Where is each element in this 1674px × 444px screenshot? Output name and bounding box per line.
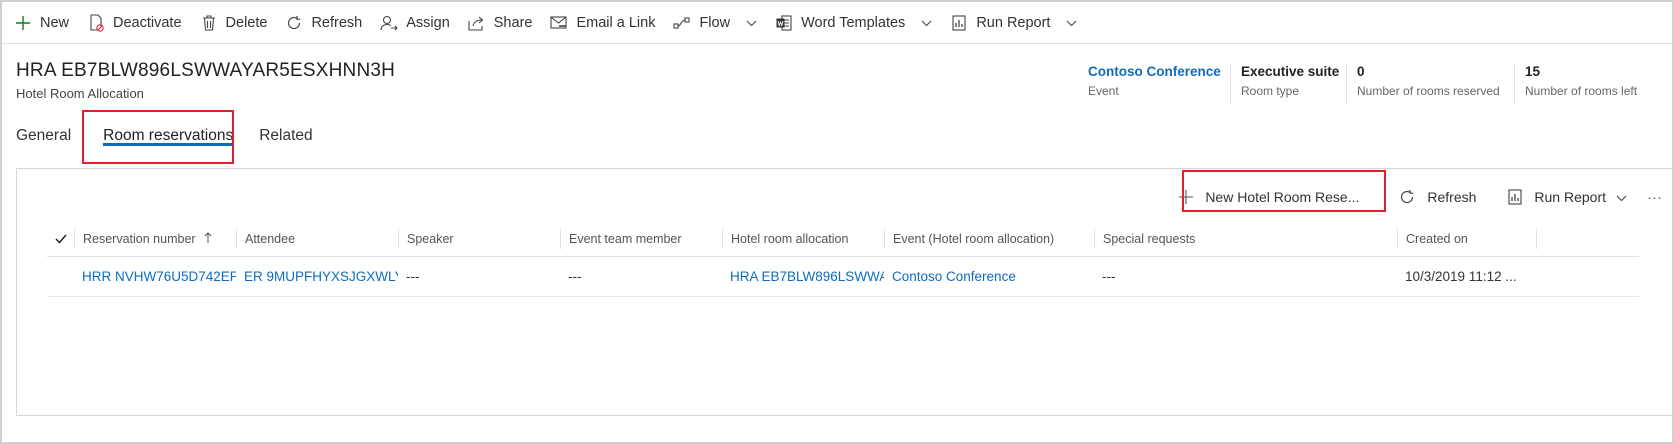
header-field-event: Contoso Conference Event <box>1078 64 1221 104</box>
refresh-icon <box>285 14 303 32</box>
chevron-down-icon <box>746 15 757 31</box>
column-header-label: Event team member <box>569 231 682 246</box>
assign-button[interactable]: Assign <box>374 2 462 44</box>
highlight-box-tab <box>82 110 234 164</box>
subgrid-run-report-label: Run Report <box>1534 189 1606 205</box>
run-report-button[interactable]: Run Report <box>944 2 1089 44</box>
event-team-member-cell: --- <box>568 269 582 284</box>
tab-general-label: General <box>16 127 72 144</box>
share-label: Share <box>493 14 533 31</box>
chevron-down-icon <box>1616 189 1627 205</box>
record-entity-name: Hotel Room Allocation <box>16 86 144 101</box>
column-header-speaker[interactable]: Speaker <box>398 228 560 249</box>
flow-button[interactable]: Flow <box>667 2 769 44</box>
room-type-label: Room type <box>1241 84 1300 98</box>
column-header-label: Special requests <box>1103 231 1196 246</box>
share-button[interactable]: Share <box>462 2 545 44</box>
command-bar: New Deactivate Delete Refresh Assign Sha… <box>2 2 1672 44</box>
rooms-reserved-label: Number of rooms reserved <box>1357 84 1500 98</box>
report-icon <box>950 14 968 32</box>
record-title: HRA EB7BLW896LSWWAYAR5ESXHNN3H <box>16 60 396 81</box>
email-link-button[interactable]: Email a Link <box>544 2 667 44</box>
refresh-button[interactable]: Refresh <box>279 2 374 44</box>
deactivate-label: Deactivate <box>113 14 182 31</box>
column-header-attendee[interactable]: Attendee <box>236 228 398 249</box>
share-icon <box>468 14 486 32</box>
column-header-label: Speaker <box>407 231 454 246</box>
room-type-value: Executive suite <box>1241 64 1340 79</box>
column-header-label: Created on <box>1406 231 1468 246</box>
column-header-label: Hotel room allocation <box>731 231 849 246</box>
tab-related-label: Related <box>259 127 313 144</box>
column-header-label: Reservation number <box>83 231 196 246</box>
select-all-checkbox[interactable] <box>47 234 74 244</box>
header-field-room-type: Executive suite Room type <box>1230 64 1339 104</box>
trash-icon <box>200 14 218 32</box>
column-header-label: Event (Hotel room allocation) <box>893 231 1055 246</box>
table-row[interactable]: HRR NVHW76U5D742EPUC ER 9MUPFHYXSJGXWLYP… <box>47 257 1639 297</box>
attendee-link[interactable]: ER 9MUPFHYXSJGXWLYPVF <box>236 269 398 284</box>
subgrid-refresh-button[interactable]: Refresh <box>1385 177 1494 217</box>
report-icon <box>1508 189 1522 205</box>
header-field-rooms-reserved: 0 Number of rooms reserved <box>1346 64 1500 104</box>
column-header-event[interactable]: Event (Hotel room allocation) <box>884 228 1094 249</box>
chevron-down-icon <box>1066 15 1077 31</box>
sort-ascending-icon <box>204 231 212 246</box>
run-report-label: Run Report <box>976 14 1051 31</box>
email-link-label: Email a Link <box>576 14 656 31</box>
tab-general[interactable]: General <box>16 112 81 160</box>
column-header-label: Attendee <box>245 231 296 246</box>
deactivate-button[interactable]: Deactivate <box>81 2 194 44</box>
grid-header: Reservation number Attendee Speaker Even… <box>47 221 1639 257</box>
email-link-icon <box>550 14 568 32</box>
delete-button[interactable]: Delete <box>194 2 280 44</box>
column-header-reservation-number[interactable]: Reservation number <box>74 228 236 249</box>
word-templates-label: Word Templates <box>801 14 906 31</box>
event-link[interactable]: Contoso Conference <box>1088 64 1221 79</box>
room-reservations-subgrid: New Hotel Room Rese... Refresh Run Repor… <box>16 168 1672 416</box>
plus-icon <box>14 14 32 32</box>
event-field-label: Event <box>1088 84 1119 98</box>
refresh-label: Refresh <box>311 14 363 31</box>
new-button[interactable]: New <box>8 2 81 44</box>
deactivate-icon <box>87 13 105 32</box>
special-requests-cell: --- <box>1102 269 1116 284</box>
rooms-left-value: 15 <box>1525 64 1541 79</box>
subgrid-run-report-button[interactable]: Run Report <box>1494 177 1641 217</box>
column-header-hotel-room-allocation[interactable]: Hotel room allocation <box>722 228 884 249</box>
more-commands-icon: ··· <box>1647 188 1662 206</box>
header-field-rooms-left: 15 Number of rooms left <box>1514 64 1637 104</box>
reservation-number-link[interactable]: HRR NVHW76U5D742EPUC <box>74 269 236 284</box>
assign-label: Assign <box>406 14 450 31</box>
speaker-cell: --- <box>406 269 420 284</box>
column-header-special-requests[interactable]: Special requests <box>1094 228 1397 249</box>
column-header-created-on[interactable]: Created on <box>1397 228 1537 249</box>
new-label: New <box>40 14 70 31</box>
flow-label: Flow <box>699 14 731 31</box>
hotel-room-allocation-link[interactable]: HRA EB7BLW896LSWWAYA <box>722 269 884 284</box>
rooms-reserved-value: 0 <box>1357 64 1365 79</box>
rooms-left-label: Number of rooms left <box>1525 84 1638 98</box>
created-on-cell: 10/3/2019 11:12 ... <box>1405 269 1517 284</box>
word-templates-button[interactable]: Word Templates <box>769 2 944 44</box>
more-commands-button[interactable]: ··· <box>1641 177 1672 217</box>
column-header-event-team-member[interactable]: Event team member <box>560 228 722 249</box>
refresh-icon <box>1399 189 1415 205</box>
highlight-box-new-button <box>1182 170 1386 212</box>
tab-related[interactable]: Related <box>249 112 322 160</box>
chevron-down-icon <box>921 15 932 31</box>
subgrid-refresh-label: Refresh <box>1427 189 1477 205</box>
word-icon <box>775 14 793 32</box>
assign-person-icon <box>380 14 399 32</box>
flow-icon <box>673 14 691 32</box>
delete-label: Delete <box>225 14 268 31</box>
event-link-cell[interactable]: Contoso Conference <box>884 269 1094 284</box>
